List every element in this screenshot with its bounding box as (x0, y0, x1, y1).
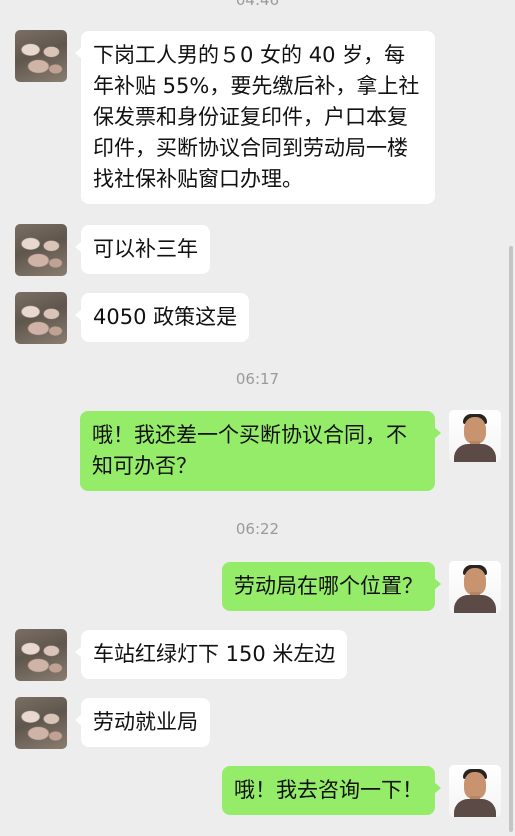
contact-avatar[interactable] (15, 629, 67, 681)
face-shape (464, 417, 486, 444)
timestamp-top: 04:46 (235, 0, 280, 9)
contact-avatar[interactable] (15, 224, 67, 276)
timestamp: 06:22 (235, 520, 280, 538)
message-bubble-incoming[interactable]: 可以补三年 (75, 225, 210, 274)
user-avatar[interactable] (449, 410, 501, 462)
scrollbar[interactable] (509, 246, 513, 832)
user-avatar[interactable] (449, 765, 501, 817)
message-bubble-outgoing[interactable]: 哦！我还差一个买断协议合同，不知可办否？ (80, 411, 441, 491)
message-bubble-outgoing[interactable]: 劳动局在哪个位置？ (222, 562, 441, 611)
shirt-shape (454, 799, 496, 817)
message-bubble-incoming[interactable]: 劳动就业局 (75, 698, 210, 747)
shirt-shape (454, 444, 496, 462)
user-avatar[interactable] (449, 561, 501, 613)
contact-avatar[interactable] (15, 292, 67, 344)
message-bubble-incoming[interactable]: 下岗工人男的５0 女的 40 岁，每年补贴 55%，要先缴后补，拿上社保发票和身… (75, 31, 435, 204)
shirt-shape (454, 595, 496, 613)
face-shape (464, 568, 486, 595)
contact-avatar[interactable] (15, 30, 67, 82)
chat-message-list[interactable]: 04:46 下岗工人男的５0 女的 40 岁，每年补贴 55%，要先缴后补，拿上… (0, 0, 515, 836)
message-bubble-outgoing[interactable]: 哦！我去咨询一下！ (222, 766, 441, 815)
face-shape (464, 772, 486, 799)
contact-avatar[interactable] (15, 697, 67, 749)
message-bubble-incoming[interactable]: 车站红绿灯下 150 米左边 (74, 630, 348, 679)
message-bubble-incoming[interactable]: 4050 政策这是 (74, 293, 250, 342)
timestamp: 06:17 (235, 370, 280, 388)
